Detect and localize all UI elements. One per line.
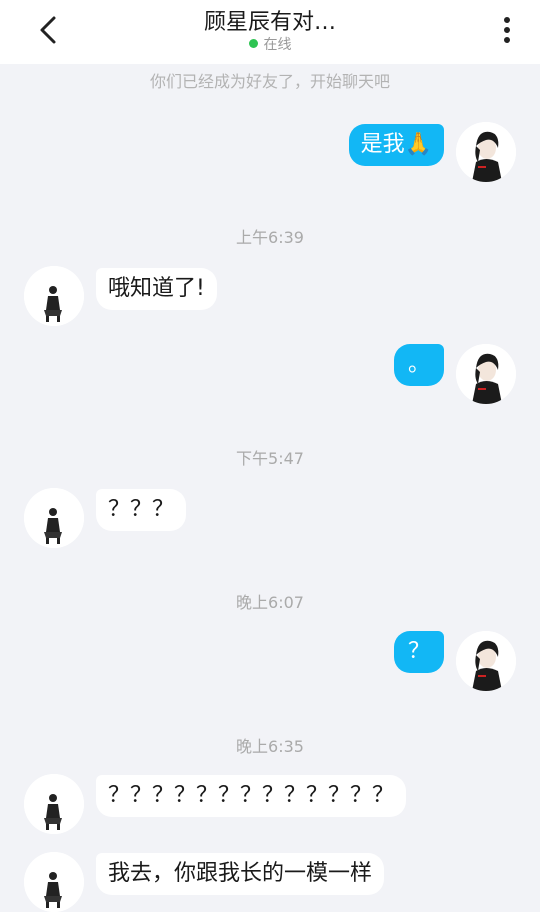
chat-title[interactable]: 顾星辰有对… — [0, 4, 540, 36]
message-bubble-incoming[interactable]: 哦知道了! — [96, 268, 217, 310]
message-bubble-outgoing[interactable]: 是我🙏 — [348, 124, 444, 166]
avatar-contact[interactable] — [24, 774, 84, 834]
message-bubble-incoming[interactable]: ？？？？？？？？？？？？？ — [96, 775, 407, 817]
pray-emoji-icon: 🙏 — [404, 132, 432, 157]
message-bubble-incoming[interactable]: ？？？ — [96, 489, 187, 531]
message-bubble-incoming[interactable]: 我去，你跟我长的一模一样 — [96, 853, 385, 895]
message-text: 是我 — [360, 132, 405, 157]
online-status-label: 在线 — [263, 37, 292, 53]
chat-header: 顾星辰有对… 在线 — [0, 0, 540, 64]
message-bubble-outgoing[interactable]: 。 — [393, 344, 444, 386]
message-text: ？ — [407, 639, 430, 664]
contact-avatar-icon — [24, 852, 84, 912]
avatar-contact[interactable] — [24, 266, 84, 326]
avatar-self[interactable] — [456, 631, 516, 691]
contact-avatar-icon — [24, 774, 84, 834]
message-text: 哦知道了! — [108, 276, 205, 301]
message-text: ？？？ — [108, 497, 175, 522]
contact-avatar-icon — [24, 488, 84, 548]
avatar-self[interactable] — [456, 122, 516, 182]
contact-avatar-icon — [24, 266, 84, 326]
self-avatar-icon — [456, 344, 516, 404]
message-text: 我去，你跟我长的一模一样 — [108, 861, 373, 886]
message-bubble-outgoing[interactable]: ？ — [393, 631, 444, 673]
self-avatar-icon — [456, 631, 516, 691]
vertical-dots-icon — [504, 17, 510, 43]
online-dot-icon — [248, 39, 258, 48]
timestamp: 下午5:47 — [236, 449, 304, 468]
message-text: ？？？？？？？？？？？？？ — [108, 783, 395, 808]
self-avatar-icon — [456, 122, 516, 182]
timestamp: 上午6:39 — [236, 228, 304, 247]
friend-added-note: 你们已经成为好友了，开始聊天吧 — [149, 72, 390, 91]
timestamp: 晚上6:35 — [236, 737, 304, 756]
online-status: 在线 — [0, 34, 540, 54]
avatar-contact[interactable] — [24, 488, 84, 548]
avatar-contact[interactable] — [24, 852, 84, 912]
timestamp: 晚上6:07 — [236, 593, 304, 612]
more-button[interactable] — [492, 10, 522, 50]
avatar-self[interactable] — [456, 344, 516, 404]
message-text: 。 — [407, 352, 430, 377]
